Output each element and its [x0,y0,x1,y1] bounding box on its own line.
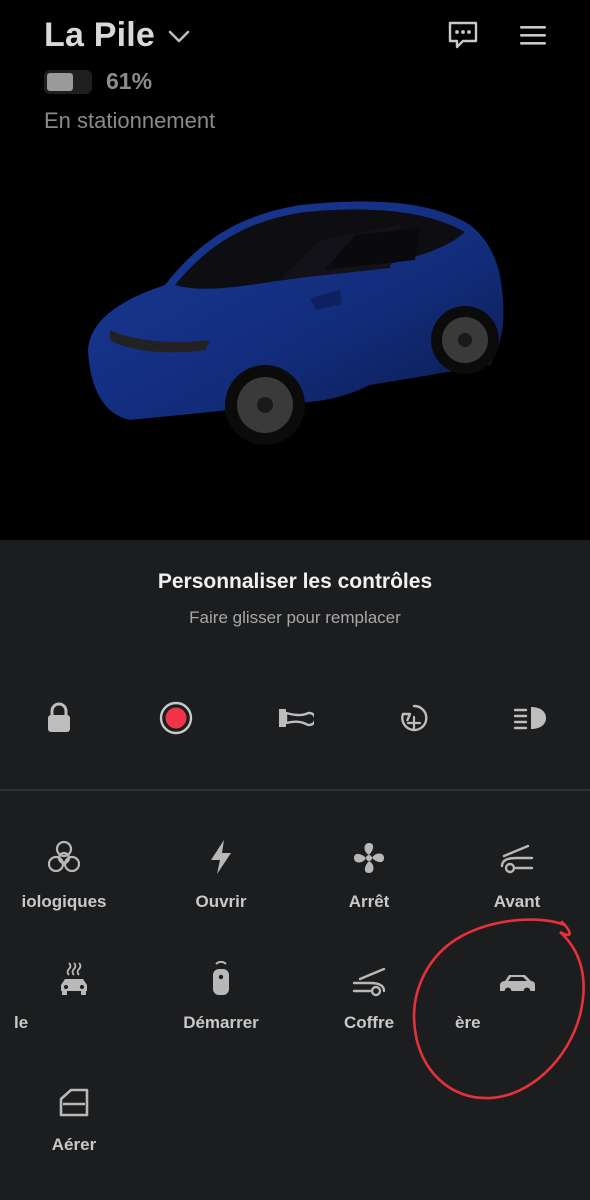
headlights-icon[interactable] [502,690,558,746]
panel-subtitle: Faire glisser pour remplacer [189,608,401,627]
car-image [88,201,504,445]
tile-label: iologiques [21,892,107,911]
tile-heated-car[interactable]: le [4,951,144,1033]
key-fob-icon [151,951,291,997]
record-icon[interactable] [148,690,204,746]
battery-percentage: 61% [106,68,153,94]
chevron-down-icon[interactable] [167,24,191,48]
lock-icon[interactable] [31,690,87,746]
battery-indicator: 61% [44,68,152,95]
biohazard-icon [0,830,134,876]
tile-label: Aérer [51,1135,97,1154]
vehicle-name[interactable]: La Pile [44,16,155,55]
lightning-icon [151,830,291,876]
panel-title: Personnaliser les contrôles [157,570,433,593]
tile-key-fob[interactable]: Démarrer [151,951,291,1033]
tile-trunk[interactable]: Coffre [299,951,439,1033]
header-actions [446,20,550,50]
chat-icon[interactable] [446,20,480,50]
divider [0,789,590,791]
window-icon [4,1073,144,1119]
tile-frunk[interactable]: Avant [447,830,587,912]
menu-icon[interactable] [516,20,550,50]
tile-label: Avant [493,892,541,911]
trunk-icon [299,951,439,997]
tile-label: ère [455,1013,481,1032]
car-side-icon [447,951,587,997]
vehicle-header-area: La Pile 61% En stationnement [0,0,590,540]
tile-label: Démarrer [183,1013,259,1032]
frunk-icon [447,830,587,876]
tile-biohazard[interactable]: iologiques [0,830,134,912]
tile-label: le [14,1013,29,1032]
battery-fill [47,72,73,91]
vehicle-status: En stationnement [44,108,216,133]
tile-fan[interactable]: Arrêt [299,830,439,912]
tile-label: Coffre [343,1013,395,1032]
tile-window[interactable]: Aérer [4,1073,144,1155]
quick-controls-row [0,690,590,746]
battery-icon [44,69,92,94]
tile-label: Arrêt [348,892,390,911]
horn-icon[interactable] [267,690,323,746]
vehicle-selector[interactable]: La Pile [44,16,191,55]
tile-car-side[interactable]: ère [447,951,587,1033]
tile-label: Ouvrir [195,892,247,911]
fan-defrost-icon[interactable] [386,690,442,746]
fan-icon [299,830,439,876]
tile-lightning[interactable]: Ouvrir [151,830,291,912]
heated-car-icon [4,951,144,997]
